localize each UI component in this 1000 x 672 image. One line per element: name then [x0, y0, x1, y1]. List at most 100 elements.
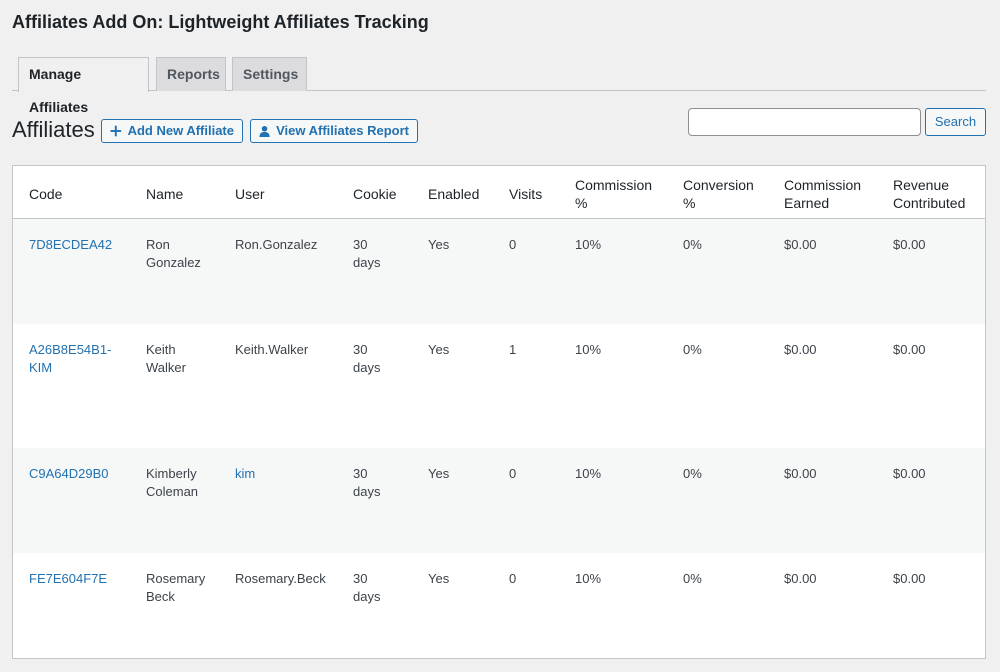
affiliate-cookie: 30 days [353, 341, 403, 377]
cookie-value: 30 [353, 342, 368, 357]
section-heading: Affiliates [12, 117, 95, 142]
affiliate-code-line1: C9A64D29B0 [29, 466, 109, 481]
affiliate-revenue-contributed: $0.00 [893, 466, 926, 481]
affiliate-name: Rosemary Beck [146, 570, 221, 606]
table-row: 7D8ECDEA42 Ron Gonzalez Ron.Gonzalez 30 … [13, 219, 985, 324]
affiliate-revenue-contributed: $0.00 [893, 342, 926, 357]
affiliate-code-link[interactable]: C9A64D29B0 [29, 465, 129, 483]
affiliate-conversion: 0% [683, 571, 702, 586]
table-header: Code Name User Cookie Enabled Visits Com… [13, 166, 985, 219]
table-row: FE7E604F7E Rosemary Beck Rosemary.Beck 3… [13, 553, 985, 658]
affiliate-user: Rosemary.Beck [235, 571, 326, 586]
affiliate-code-line1: FE7E604F7E [29, 571, 108, 586]
affiliate-conversion: 0% [683, 237, 702, 252]
affiliate-code-link[interactable]: 7D8ECDEA42 [29, 236, 129, 254]
cookie-unit: days [353, 484, 381, 499]
affiliate-code-link[interactable]: A26B8E54B1- KIM [29, 341, 129, 377]
affiliate-first-name: Keith [146, 342, 176, 357]
affiliate-commission-earned: $0.00 [784, 342, 817, 357]
affiliate-code-link[interactable]: FE7E604F7E [29, 570, 129, 588]
column-header-cookie[interactable]: Cookie [353, 185, 403, 203]
column-header-commission-earned[interactable]: Commission Earned [784, 176, 884, 212]
affiliate-visits: 1 [509, 342, 517, 357]
search-input[interactable] [688, 108, 921, 136]
cookie-value: 30 [353, 571, 368, 586]
view-affiliates-report-button[interactable]: View Affiliates Report [250, 119, 418, 143]
plus-icon [110, 125, 122, 137]
affiliate-name: Kimberly Coleman [146, 465, 221, 501]
column-header-revenue-line2: Contributed [893, 195, 966, 211]
affiliate-first-name: Ron [146, 237, 170, 252]
cookie-unit: days [353, 360, 381, 375]
tab-manage-affiliates[interactable]: Manage Affiliates [18, 57, 149, 115]
affiliate-code-line1: 7D8ECDEA42 [29, 237, 113, 252]
affiliate-revenue-contributed: $0.00 [893, 571, 926, 586]
affiliate-user: Keith.Walker [235, 342, 309, 357]
affiliate-code-line1: A26B8E54B1- [29, 342, 112, 357]
affiliate-enabled: Yes [428, 237, 450, 252]
affiliate-visits: 0 [509, 237, 517, 252]
affiliate-revenue-contributed: $0.00 [893, 237, 926, 252]
affiliates-admin-page: Affiliates Add On: Lightweight Affiliate… [0, 0, 1000, 672]
view-affiliates-report-label: View Affiliates Report [276, 123, 409, 138]
column-header-enabled[interactable]: Enabled [428, 185, 479, 203]
affiliate-cookie: 30 days [353, 236, 403, 272]
affiliate-commission: 10% [575, 342, 602, 357]
affiliate-last-name: Walker [146, 360, 186, 375]
column-header-earned-line2: Earned [784, 195, 830, 211]
column-header-code[interactable]: Code [29, 185, 129, 203]
affiliate-enabled: Yes [428, 466, 450, 481]
affiliate-name: Keith Walker [146, 341, 221, 377]
page-title: Affiliates Add On: Lightweight Affiliate… [12, 12, 429, 32]
affiliate-commission-earned: $0.00 [784, 571, 817, 586]
cookie-unit: days [353, 589, 381, 604]
cookie-value: 30 [353, 237, 368, 252]
affiliate-last-name: Gonzalez [146, 255, 201, 270]
affiliate-conversion: 0% [683, 342, 702, 357]
cookie-value: 30 [353, 466, 368, 481]
table-row: C9A64D29B0 Kimberly Coleman kim 30 days … [13, 448, 985, 553]
column-header-name[interactable]: Name [146, 185, 221, 203]
affiliate-user-link[interactable]: kim [235, 465, 345, 483]
column-header-user[interactable]: User [235, 185, 345, 203]
column-header-revenue-line1: Revenue [893, 177, 950, 193]
affiliate-commission: 10% [575, 237, 602, 252]
add-new-affiliate-label: Add New Affiliate [127, 123, 234, 138]
affiliate-conversion: 0% [683, 466, 702, 481]
affiliate-cookie: 30 days [353, 570, 403, 606]
affiliate-code-line2: KIM [29, 360, 53, 375]
affiliate-first-name: Kimberly [146, 466, 197, 481]
affiliate-visits: 0 [509, 571, 517, 586]
affiliate-user: Ron.Gonzalez [235, 237, 318, 252]
add-new-affiliate-button[interactable]: Add New Affiliate [101, 119, 243, 143]
affiliate-first-name: Rosemary [146, 571, 206, 586]
cookie-unit: days [353, 255, 381, 270]
column-header-earned-line1: Commission [784, 177, 862, 193]
column-header-revenue-contributed[interactable]: Revenue Contributed [893, 176, 983, 212]
column-header-commission-line2: % [575, 195, 588, 211]
column-header-conversion[interactable]: Conversion % [683, 176, 773, 212]
affiliate-enabled: Yes [428, 342, 450, 357]
affiliates-table: Code Name User Cookie Enabled Visits Com… [12, 165, 986, 659]
tab-settings[interactable]: Settings [232, 57, 307, 91]
user-icon [259, 125, 270, 137]
column-header-visits[interactable]: Visits [509, 185, 542, 203]
affiliate-commission: 10% [575, 466, 602, 481]
column-header-conversion-line1: Conversion [683, 177, 754, 193]
affiliate-commission-earned: $0.00 [784, 237, 817, 252]
affiliate-last-name: Coleman [146, 484, 199, 499]
table-row: A26B8E54B1- KIM Keith Walker Keith.Walke… [13, 324, 985, 448]
affiliate-commission-earned: $0.00 [784, 466, 817, 481]
affiliate-enabled: Yes [428, 571, 450, 586]
column-header-commission[interactable]: Commission % [575, 176, 665, 212]
affiliate-name: Ron Gonzalez [146, 236, 221, 272]
search-button[interactable]: Search [925, 108, 986, 136]
column-header-conversion-line2: % [683, 195, 696, 211]
tab-reports[interactable]: Reports [156, 57, 226, 91]
affiliate-last-name: Beck [146, 589, 175, 604]
affiliate-visits: 0 [509, 466, 517, 481]
column-header-commission-line1: Commission [575, 177, 653, 193]
affiliate-cookie: 30 days [353, 465, 403, 501]
affiliate-commission: 10% [575, 571, 602, 586]
tab-bar: Manage Affiliates Reports Settings [12, 57, 986, 115]
